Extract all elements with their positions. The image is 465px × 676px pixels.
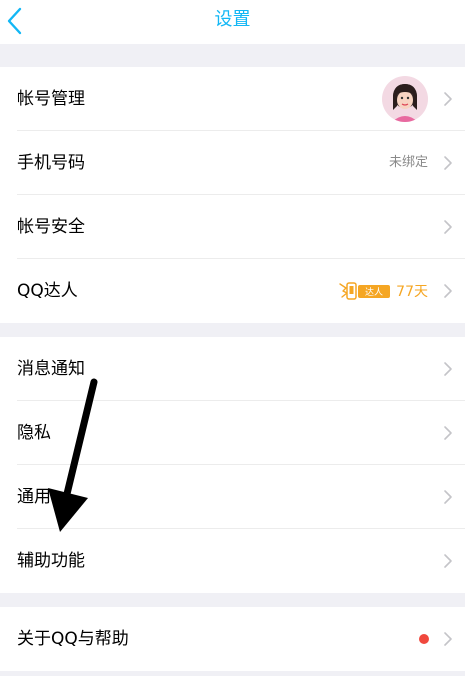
row-qq-expert[interactable]: QQ达人 达人 77天 <box>0 259 465 323</box>
chevron-right-icon <box>444 632 452 646</box>
settings-group-account: 帐号管理 手机号码 未绑定 帐号安全 QQ达人 达人 77天 <box>0 67 465 323</box>
row-label: 手机号码 <box>17 153 85 173</box>
notification-dot <box>419 634 429 644</box>
row-privacy[interactable]: 隐私 <box>0 401 465 465</box>
row-label: 消息通知 <box>17 359 85 379</box>
phone-status-value: 未绑定 <box>388 155 428 170</box>
chevron-right-icon <box>444 156 452 170</box>
row-label: 关于QQ与帮助 <box>17 629 129 649</box>
row-account-security[interactable]: 帐号安全 <box>0 195 465 259</box>
chevron-right-icon <box>444 220 452 234</box>
row-general[interactable]: 通用 <box>0 465 465 529</box>
row-notifications[interactable]: 消息通知 <box>0 337 465 401</box>
expert-status: 达人 77天 <box>338 259 428 323</box>
chevron-right-icon <box>444 362 452 376</box>
chevron-right-icon <box>444 92 452 106</box>
chevron-right-icon <box>444 490 452 504</box>
expert-badge-icon: 达人 <box>339 282 391 300</box>
row-phone-number[interactable]: 手机号码 未绑定 <box>0 131 465 195</box>
row-about-help[interactable]: 关于QQ与帮助 <box>0 607 465 671</box>
settings-group-about: 关于QQ与帮助 <box>0 607 465 671</box>
row-label: 通用 <box>17 487 51 507</box>
chevron-right-icon <box>444 284 452 298</box>
page-title: 设置 <box>214 9 251 30</box>
expert-badge-text: 达人 <box>365 286 383 298</box>
row-label: 帐号安全 <box>17 217 85 237</box>
expert-days: 77天 <box>396 284 428 300</box>
nav-bar: 设置 <box>0 0 465 44</box>
chevron-right-icon <box>444 426 452 440</box>
chevron-right-icon <box>444 554 452 568</box>
row-label: 隐私 <box>17 423 51 443</box>
row-label: 帐号管理 <box>17 89 85 109</box>
settings-group-general: 消息通知 隐私 通用 辅助功能 <box>0 337 465 593</box>
row-account-management[interactable]: 帐号管理 <box>0 67 465 131</box>
avatar <box>382 76 428 122</box>
row-label: QQ达人 <box>17 281 78 301</box>
row-accessibility[interactable]: 辅助功能 <box>0 529 465 593</box>
row-label: 辅助功能 <box>17 551 85 571</box>
